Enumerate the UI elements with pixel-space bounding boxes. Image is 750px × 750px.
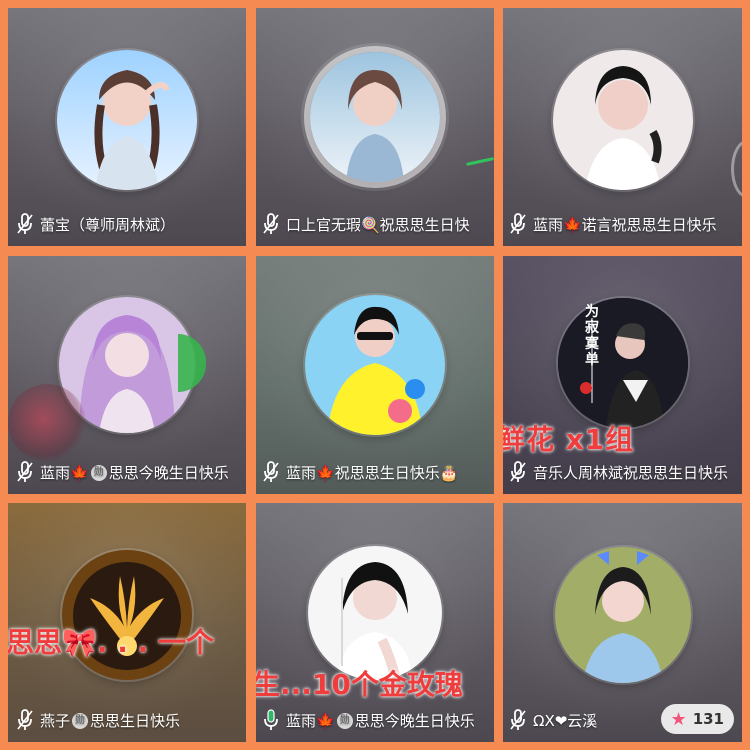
star-badge[interactable]: ★ 131 bbox=[660, 704, 734, 734]
tile-2[interactable]: 口上官无瑕🍭祝思思生日快 bbox=[256, 8, 494, 246]
username-part: 祝思思生日快乐 bbox=[334, 463, 440, 482]
gift-overlay: 生...10个金玫瑰 bbox=[256, 668, 463, 701]
tile-3[interactable]: 蓝雨🍁诺言祝思思生日快乐 bbox=[503, 8, 742, 246]
rose-decoration bbox=[8, 384, 86, 462]
username: 蓝雨🍁 勋思思今晚生日快乐 bbox=[40, 462, 229, 483]
avatar bbox=[308, 545, 442, 680]
side-avatar-edge bbox=[731, 140, 742, 198]
cake-icon: 🎂 bbox=[439, 463, 459, 482]
username: 音乐人周林斌祝思思生日快乐 bbox=[533, 463, 729, 482]
username-part: 蓝雨 bbox=[286, 463, 317, 482]
microphone-icon bbox=[16, 709, 34, 731]
username: 蓝雨🍁 勋思思今晚生日快乐 bbox=[286, 710, 475, 731]
username-part: 思思今晚生日快乐 bbox=[354, 711, 475, 730]
name-row: 燕子勋思思生日快乐 bbox=[8, 705, 246, 735]
gift-overlay: 鲜花 x1组 bbox=[503, 423, 635, 456]
microphone-icon bbox=[262, 213, 280, 235]
microphone-icon bbox=[16, 213, 34, 235]
name-row: 蓝雨🍁 勋思思今晚生日快乐 bbox=[8, 457, 246, 487]
name-row: 音乐人周林斌祝思思生日快乐 bbox=[503, 457, 742, 487]
maple-leaf-icon: 🍁 bbox=[316, 463, 335, 482]
tile-9[interactable]: ΩX❤云溪 ★ 131 bbox=[503, 503, 742, 742]
star-count: 131 bbox=[692, 710, 724, 728]
badge-icon: 勋 bbox=[336, 713, 353, 729]
tile-7[interactable]: 思思🎀. . . 一个 燕子勋思思生日快乐 bbox=[8, 503, 246, 742]
avatar bbox=[310, 52, 440, 183]
microphone-icon bbox=[509, 213, 527, 235]
tile-6[interactable]: 为 寂 寞 单 鲜花 x1组 音乐人周林斌祝思思生日快乐 bbox=[503, 256, 742, 494]
microphone-icon bbox=[509, 709, 527, 731]
username: 燕子勋思思生日快乐 bbox=[40, 710, 180, 731]
badge-icon: 勋 bbox=[90, 465, 107, 481]
username: ΩX❤云溪 bbox=[533, 711, 598, 730]
avatar bbox=[305, 295, 445, 436]
username: 蓝雨🍁祝思思生日快乐🎂 bbox=[286, 462, 458, 483]
maple-leaf-icon: 🍁 bbox=[316, 711, 335, 730]
name-row: 蓝雨🍁 勋思思今晚生日快乐 bbox=[256, 705, 494, 735]
microphone-icon bbox=[262, 461, 280, 483]
microphone-icon bbox=[16, 461, 34, 483]
username: 蓝雨🍁诺言祝思思生日快乐 bbox=[533, 215, 717, 234]
username-part: 思思生日快乐 bbox=[90, 711, 181, 730]
maple-leaf-icon: 🍁 bbox=[70, 463, 89, 482]
name-row: 蓝雨🍁诺言祝思思生日快乐 bbox=[503, 209, 742, 239]
star-icon: ★ bbox=[670, 708, 687, 730]
avatar bbox=[554, 547, 691, 684]
name-row: 蕾宝（尊师周林斌） bbox=[8, 209, 246, 239]
side-avatar-edge bbox=[178, 334, 206, 392]
tile-5[interactable]: 蓝雨🍁祝思思生日快乐🎂 bbox=[256, 256, 494, 494]
username-part: 蓝雨 bbox=[286, 711, 317, 730]
microphone-icon bbox=[509, 461, 527, 483]
tile-8[interactable]: 生...10个金玫瑰 蓝雨🍁 勋思思今晚生日快乐 bbox=[256, 503, 494, 742]
avatar bbox=[557, 298, 688, 429]
username: 蕾宝（尊师周林斌） bbox=[40, 215, 176, 234]
avatar bbox=[57, 49, 197, 190]
badge-icon: 勋 bbox=[72, 713, 89, 729]
username-part: 燕子 bbox=[40, 711, 71, 730]
avatar bbox=[552, 49, 693, 190]
tile-1[interactable]: 蕾宝（尊师周林斌） bbox=[8, 8, 246, 246]
decorative-line bbox=[465, 157, 494, 166]
username: 口上官无瑕🍭祝思思生日快 bbox=[286, 215, 470, 234]
avatar-text: 为 寂 寞 单 bbox=[585, 304, 599, 368]
gift-overlay: 思思🎀. . . 一个 bbox=[8, 626, 215, 659]
username-part: 思思今晚生日快乐 bbox=[108, 463, 229, 482]
tile-4[interactable]: 蓝雨🍁 勋思思今晚生日快乐 bbox=[8, 256, 246, 494]
microphone-icon bbox=[262, 709, 280, 731]
name-row: 蓝雨🍁祝思思生日快乐🎂 bbox=[256, 457, 494, 487]
name-row: 口上官无瑕🍭祝思思生日快 bbox=[256, 209, 494, 239]
username-part: 蓝雨 bbox=[40, 463, 71, 482]
